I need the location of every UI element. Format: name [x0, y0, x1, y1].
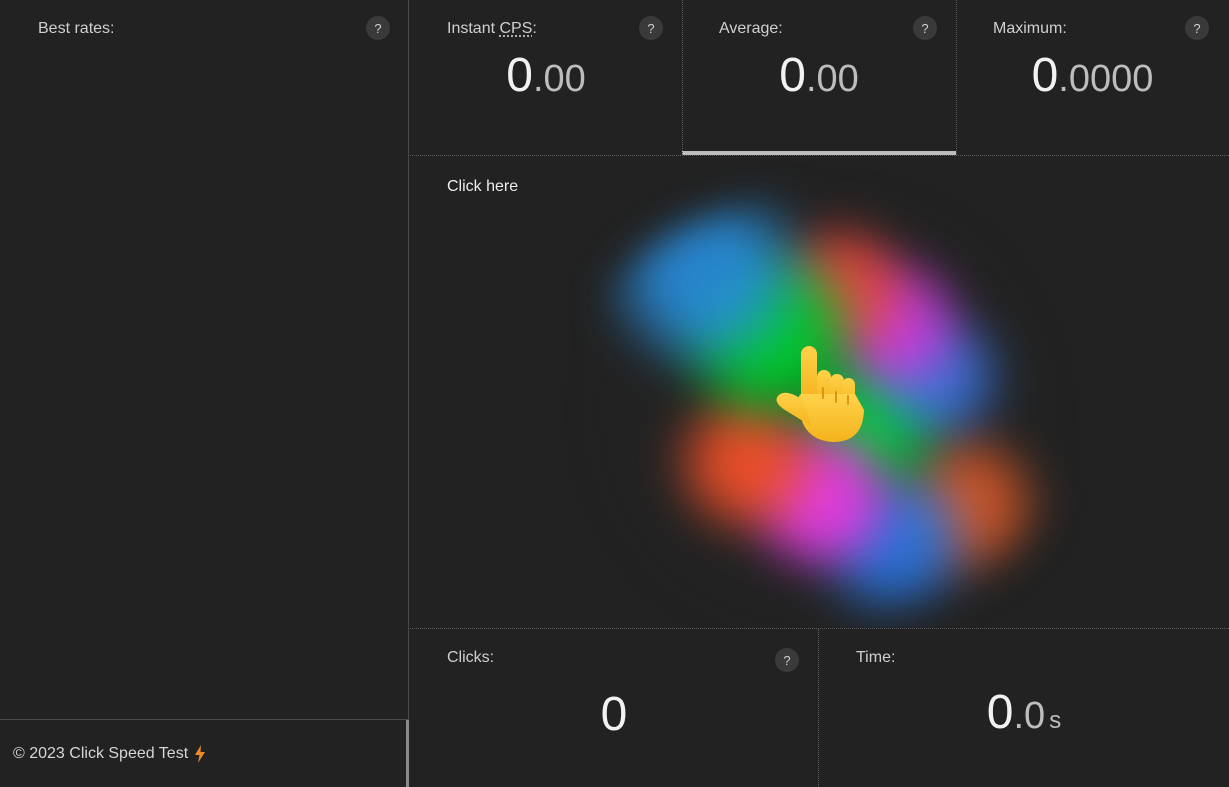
- divider: [956, 0, 957, 155]
- instant-cps-help-icon[interactable]: ?: [639, 16, 663, 40]
- average-panel[interactable]: Average: ? 0.00: [682, 0, 956, 155]
- best-rates-panel: Best rates: ? © 2023 Click Speed Test: [0, 0, 409, 787]
- instant-cps-panel: Instant CPS: ? 0.00: [410, 0, 682, 155]
- click-here-label: Click here: [447, 178, 519, 195]
- click-area[interactable]: Click here: [410, 156, 1229, 628]
- time-value: 0.0 s: [986, 686, 1062, 739]
- clicks-panel: Clicks: ? 0: [410, 629, 818, 787]
- instant-cps-label: Instant CPS:: [447, 20, 537, 37]
- sidebar-resize-handle[interactable]: [406, 720, 409, 787]
- average-label: Average:: [719, 20, 783, 37]
- maximum-panel: Maximum: ? 0.0000: [956, 0, 1229, 155]
- footer: © 2023 Click Speed Test: [13, 745, 206, 763]
- copyright-text: © 2023 Click Speed Test: [13, 745, 189, 762]
- average-value: 0.00: [779, 49, 859, 102]
- pointing-hand-icon: [776, 346, 864, 442]
- clicks-help-icon[interactable]: ?: [775, 648, 799, 672]
- time-label: Time:: [856, 649, 896, 666]
- time-panel: Time: 0.0 s: [819, 629, 1229, 787]
- maximum-help-icon[interactable]: ?: [1185, 16, 1209, 40]
- maximum-value: 0.0000: [1031, 49, 1154, 102]
- maximum-label: Maximum:: [993, 20, 1067, 37]
- divider: [682, 0, 683, 155]
- best-rates-title: Best rates:: [38, 20, 115, 37]
- app-frame: Best rates: ? © 2023 Click Speed Test In…: [0, 0, 1229, 787]
- lightning-bolt-icon: [195, 745, 206, 763]
- average-help-icon[interactable]: ?: [913, 16, 937, 40]
- clicks-value: 0: [600, 688, 628, 741]
- footer-divider: [0, 719, 409, 720]
- best-rates-help-icon[interactable]: ?: [366, 16, 390, 40]
- instant-cps-value: 0.00: [506, 49, 586, 102]
- clicks-label: Clicks:: [447, 649, 495, 666]
